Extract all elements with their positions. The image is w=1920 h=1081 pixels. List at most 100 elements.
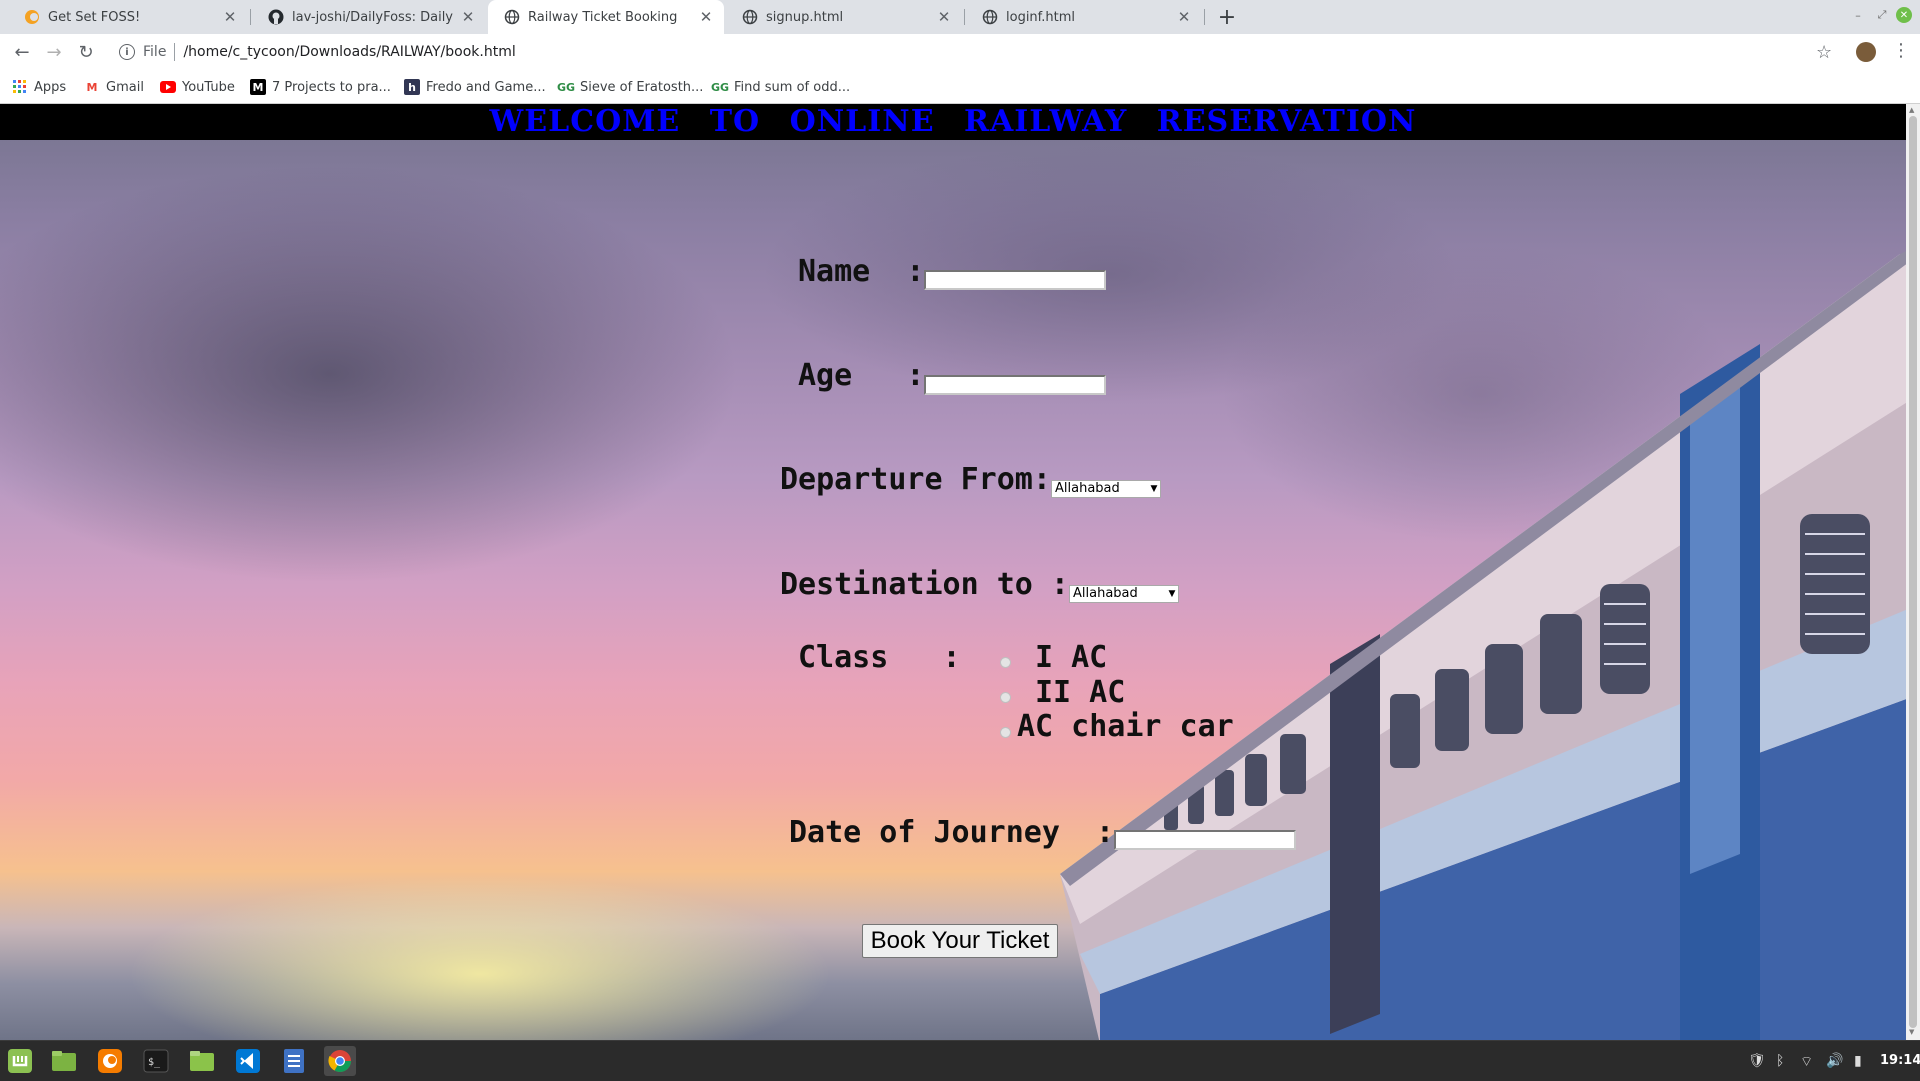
globe-icon: [742, 9, 758, 25]
info-icon[interactable]: i: [119, 44, 135, 60]
tab-title: Get Set FOSS!: [48, 9, 141, 25]
terminal-icon[interactable]: $_: [140, 1046, 172, 1076]
tab-get-set-foss[interactable]: Get Set FOSS! ✕: [8, 0, 248, 34]
page-title: WELCOME TO ONLINE RAILWAY RESERVATION: [489, 104, 1417, 139]
bookmark-star-icon[interactable]: ☆: [1816, 42, 1832, 63]
mint-menu-icon[interactable]: [4, 1046, 36, 1076]
name-label: Name :: [798, 254, 925, 289]
page-viewport: WELCOME TO ONLINE RAILWAY RESERVATION Na…: [0, 104, 1906, 1040]
close-icon[interactable]: ✕: [460, 8, 476, 26]
profile-avatar[interactable]: [1856, 42, 1876, 62]
tab-title: signup.html: [766, 9, 844, 25]
close-icon[interactable]: ✕: [698, 8, 714, 26]
close-icon[interactable]: ✕: [222, 8, 238, 26]
class-option-label: AC chair car: [1017, 709, 1234, 744]
tab-strip: Get Set FOSS! ✕ lav-joshi/DailyFoss: Dai…: [0, 0, 1920, 34]
class-radio-chair-car[interactable]: [1000, 727, 1011, 738]
dropdown-arrow-icon: ▼: [1168, 589, 1176, 599]
clock[interactable]: 19:14: [1880, 1053, 1920, 1068]
bookmarks-bar: Apps M Gmail YouTube M 7 Projects to pra…: [0, 70, 1920, 104]
tab-separator: [250, 9, 251, 25]
age-label: Age :: [798, 358, 925, 393]
bookmark-find-sum[interactable]: GG Find sum of odd...: [710, 77, 851, 97]
departure-select[interactable]: Allahabad ▼: [1051, 480, 1161, 498]
globe-icon: [504, 9, 520, 25]
geeksforgeeks-icon: GG: [710, 80, 730, 94]
address-bar[interactable]: i File /home/c_tycoon/Downloads/RAILWAY/…: [110, 37, 1810, 67]
bookmark-apps[interactable]: Apps: [12, 77, 66, 97]
age-input[interactable]: [924, 375, 1106, 395]
minimize-button[interactable]: –: [1850, 7, 1866, 23]
back-button[interactable]: ←: [10, 40, 34, 64]
geeksforgeeks-icon: GG: [556, 80, 576, 94]
bookmark-gmail[interactable]: M Gmail: [84, 77, 144, 97]
date-label: Date of Journey :: [789, 815, 1115, 850]
vertical-scrollbar[interactable]: ▲ ▼: [1906, 104, 1920, 1040]
reload-button[interactable]: ↻: [74, 40, 98, 64]
bookmark-label: 7 Projects to pra...: [272, 79, 391, 95]
destination-select[interactable]: Allahabad ▼: [1069, 585, 1179, 603]
tab-signup[interactable]: signup.html ✕: [726, 0, 962, 34]
wifi-icon[interactable]: ⌔: [1800, 1053, 1813, 1071]
background-cloud: [0, 164, 740, 584]
tab-separator: [964, 9, 965, 25]
tab-dailyfoss[interactable]: lav-joshi/DailyFoss: Daily task ✕: [252, 0, 486, 34]
tab-title: loginf.html: [1006, 9, 1076, 25]
bookmark-7-projects[interactable]: M 7 Projects to pra...: [250, 77, 391, 97]
show-desktop-icon[interactable]: [48, 1046, 80, 1076]
shield-icon[interactable]: 🛡: [1748, 1053, 1766, 1069]
class-option-label: I AC: [1035, 640, 1108, 675]
close-icon[interactable]: ✕: [1176, 8, 1192, 26]
bluetooth-icon[interactable]: ᛒ: [1776, 1053, 1784, 1069]
dropdown-arrow-icon: ▼: [1150, 484, 1158, 494]
class-radio-2ac[interactable]: [1000, 692, 1011, 703]
chrome-icon[interactable]: [324, 1046, 356, 1076]
forward-button[interactable]: →: [42, 40, 66, 64]
taskbar: $_ 🛡 ᛒ ⌔ 🔊 ▮ 19:14: [0, 1040, 1920, 1081]
class-label: Class :: [798, 640, 961, 675]
date-input[interactable]: [1114, 830, 1296, 850]
text-editor-icon[interactable]: [278, 1046, 310, 1076]
scroll-down-icon[interactable]: ▼: [1909, 1028, 1914, 1036]
new-tab-button[interactable]: +: [1214, 4, 1240, 30]
bookmark-youtube[interactable]: YouTube: [160, 77, 235, 97]
name-input[interactable]: [924, 270, 1106, 290]
bookmark-label: Gmail: [106, 79, 144, 95]
bookmark-label: Apps: [34, 79, 67, 95]
browser-toolbar: ← → ↻ i File /home/c_tycoon/Downloads/RA…: [0, 34, 1920, 70]
bookmark-sieve[interactable]: GG Sieve of Eratosth...: [556, 77, 703, 97]
scroll-up-icon[interactable]: ▲: [1909, 106, 1914, 114]
close-icon[interactable]: ✕: [936, 8, 952, 26]
apps-grid-icon: [12, 79, 28, 95]
book-ticket-button[interactable]: Book Your Ticket: [862, 924, 1058, 958]
departure-value: Allahabad: [1055, 481, 1120, 496]
class-radio-1ac[interactable]: [1000, 657, 1011, 668]
tab-separator: [1204, 9, 1205, 25]
gmail-icon: M: [86, 80, 98, 94]
tab-title: Railway Ticket Booking: [528, 9, 678, 25]
class-option-label: II AC: [1035, 675, 1126, 710]
window-close-button[interactable]: ✕: [1896, 7, 1912, 23]
battery-icon[interactable]: ▮: [1854, 1053, 1862, 1069]
scrollbar-thumb[interactable]: [1909, 116, 1917, 1028]
hackerearth-icon: h: [404, 79, 420, 95]
bookmark-label: YouTube: [182, 79, 235, 95]
maximize-button[interactable]: ⤢: [1874, 7, 1890, 23]
files-icon[interactable]: [186, 1046, 218, 1076]
bookmark-label: Fredo and Game...: [426, 79, 546, 95]
tab-railway-ticket-booking[interactable]: Railway Ticket Booking ✕: [488, 0, 724, 34]
svg-text:$_: $_: [148, 1057, 161, 1068]
vscode-icon[interactable]: [232, 1046, 264, 1076]
address-scheme: File: [143, 44, 167, 60]
volume-icon[interactable]: 🔊: [1826, 1053, 1843, 1069]
tab-title: lav-joshi/DailyFoss: Daily task: [292, 9, 454, 25]
bookmark-fredo[interactable]: h Fredo and Game...: [404, 77, 546, 97]
address-divider: [174, 43, 176, 61]
destination-label: Destination to :: [780, 567, 1069, 602]
address-url[interactable]: /home/c_tycoon/Downloads/RAILWAY/book.ht…: [183, 44, 515, 60]
firefox-icon[interactable]: [94, 1046, 126, 1076]
github-icon: [268, 9, 284, 25]
bookmark-label: Find sum of odd...: [734, 79, 851, 95]
tab-loginf[interactable]: loginf.html ✕: [966, 0, 1202, 34]
browser-menu-icon[interactable]: ⋮: [1892, 40, 1910, 61]
